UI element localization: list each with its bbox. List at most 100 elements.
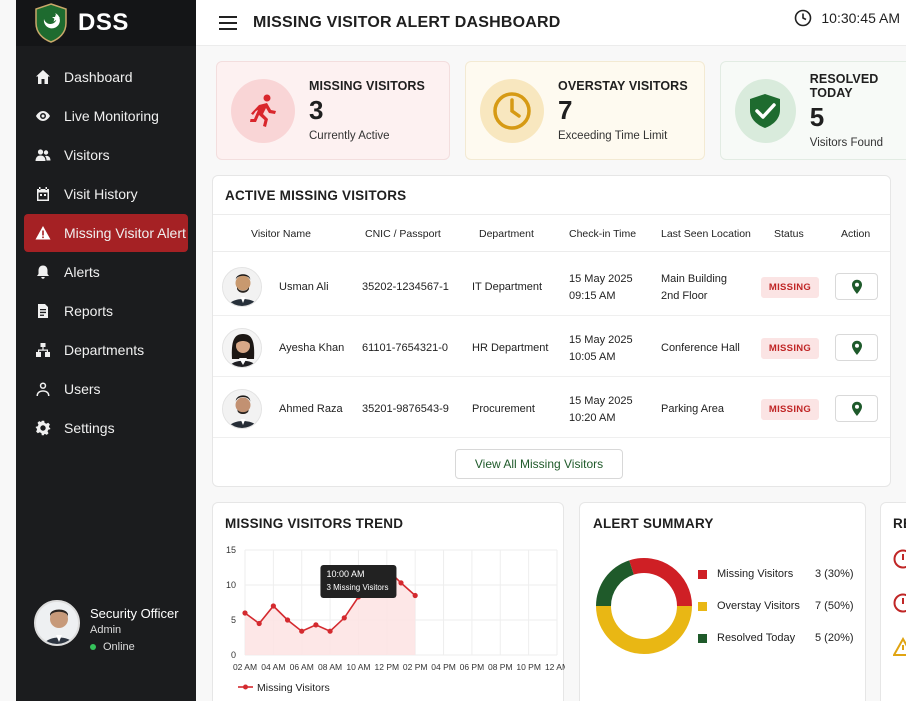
brand: DSS bbox=[16, 0, 196, 46]
data-point bbox=[341, 615, 347, 621]
y-tick-label: 0 bbox=[231, 650, 236, 660]
stat-value: 5 bbox=[809, 102, 825, 132]
data-point bbox=[284, 617, 291, 623]
home-icon bbox=[34, 68, 52, 86]
legend-marker bbox=[243, 684, 248, 690]
tooltip-time: 10:00 AM bbox=[326, 569, 364, 579]
section-title: ACTIVE MISSING VISITORS bbox=[225, 188, 407, 203]
table-row[interactable]: Ahmed Raza 35201-9876543-9 Procurement 1… bbox=[213, 378, 890, 438]
stat-card-missing[interactable]: MISSING VISITORS 3 Currently Active bbox=[216, 61, 450, 160]
x-tick-label: 08 PM bbox=[488, 662, 513, 672]
map-pin-icon bbox=[851, 279, 862, 294]
visitor-name: Usman Ali bbox=[279, 281, 329, 293]
status-badge: MISSING bbox=[761, 277, 819, 298]
sidebar-item-label: Live Monitoring bbox=[64, 108, 159, 124]
shield-check-icon bbox=[735, 78, 796, 143]
visitor-name: Ahmed Raza bbox=[279, 403, 343, 415]
last-seen-location: Main Building bbox=[661, 273, 728, 285]
status-badge: MISSING bbox=[761, 399, 819, 420]
clock: 10:30:45 AM bbox=[794, 9, 900, 27]
sidebar-item-live-monitoring[interactable]: Live Monitoring bbox=[24, 97, 188, 135]
section-title: RE bbox=[893, 516, 906, 531]
user-status: Online bbox=[90, 641, 179, 653]
sidebar: DSS Dashboard Live Monitoring Visitors V… bbox=[16, 0, 196, 701]
map-pin-icon bbox=[851, 340, 862, 355]
legend-swatch bbox=[698, 569, 707, 579]
trend-chart: 0 5 10 15 02 AM 04 AM 06 AM 08 AM 10 AM 12 PM 02 P… bbox=[226, 545, 565, 694]
bell-icon bbox=[34, 263, 52, 281]
sidebar-item-users[interactable]: Users bbox=[24, 370, 188, 408]
x-tick-label: 02 PM bbox=[403, 662, 428, 672]
data-point bbox=[412, 592, 418, 599]
locate-button[interactable] bbox=[835, 334, 878, 361]
checkin-time: 10:05 AM bbox=[569, 351, 616, 363]
visitor-department: IT Department bbox=[472, 281, 543, 293]
recent-panel-card: RE bbox=[880, 502, 906, 701]
legend-swatch bbox=[698, 633, 707, 643]
data-point bbox=[313, 622, 319, 628]
sidebar-item-alerts[interactable]: Alerts bbox=[24, 253, 188, 291]
sidebar-item-label: Visitors bbox=[64, 147, 110, 163]
donut-slice-resolved-today bbox=[596, 560, 634, 606]
x-tick-label: 06 PM bbox=[460, 662, 485, 672]
alert-circle-icon bbox=[893, 593, 906, 613]
sidebar-item-label: Users bbox=[64, 381, 101, 397]
menu-toggle-icon[interactable] bbox=[219, 15, 237, 30]
sidebar-item-label: Dashboard bbox=[64, 69, 133, 85]
current-user[interactable]: Security Officer Admin Online bbox=[34, 600, 179, 653]
column-header: Check-in Time bbox=[569, 228, 637, 240]
sidebar-item-label: Alerts bbox=[64, 264, 100, 280]
donut-slice-overstay-visitors bbox=[596, 606, 692, 654]
sidebar-item-visitors[interactable]: Visitors bbox=[24, 136, 188, 174]
locate-button[interactable] bbox=[835, 273, 878, 300]
brand-name: DSS bbox=[78, 9, 129, 36]
online-dot-icon bbox=[90, 644, 96, 650]
alert-summary-card: ALERT SUMMARY Missing Visitors 3 (30%) O… bbox=[579, 502, 866, 701]
stat-card-resolved[interactable]: RESOLVED TODAY 5 Visitors Found bbox=[720, 61, 906, 160]
sidebar-item-label: Reports bbox=[64, 303, 114, 319]
table-header: Visitor Name CNIC / Passport Department … bbox=[213, 214, 890, 252]
status-badge: MISSING bbox=[761, 338, 819, 359]
table-row[interactable]: Ayesha Khan 61101-7654321-0 HR Departmen… bbox=[213, 317, 890, 377]
stat-subtitle: Currently Active bbox=[309, 130, 390, 142]
checkin-time: 10:20 AM bbox=[569, 412, 616, 424]
visitor-department: Procurement bbox=[472, 403, 535, 415]
sidebar-item-label: Visit History bbox=[64, 186, 138, 202]
sidebar-item-label: Missing Visitor Alert bbox=[64, 225, 186, 241]
sidebar-item-visit-history[interactable]: Visit History bbox=[24, 175, 188, 213]
missing-visitors-trend-card: MISSING VISITORS TREND 0 5 10 15 02 AM 04 AM 0… bbox=[212, 502, 565, 701]
shield-logo bbox=[35, 3, 67, 43]
last-seen-location-detail: 2nd Floor bbox=[661, 290, 708, 302]
visitor-department: HR Department bbox=[472, 342, 549, 354]
column-header: Status bbox=[774, 228, 804, 240]
x-tick-label: 10 PM bbox=[516, 662, 541, 672]
avatar bbox=[34, 600, 80, 646]
sidebar-item-reports[interactable]: Reports bbox=[24, 292, 188, 330]
dashboard-page: DSS Dashboard Live Monitoring Visitors V… bbox=[0, 0, 906, 701]
stat-value: 7 bbox=[558, 95, 573, 125]
user-name: Security Officer bbox=[90, 606, 179, 621]
stat-card-overstay[interactable]: OVERSTAY VISITORS 7 Exceeding Time Limit bbox=[465, 61, 705, 160]
data-point bbox=[256, 620, 262, 627]
legend-label: Missing Visitors bbox=[257, 682, 330, 694]
tooltip-text: 3 Missing Visitors bbox=[326, 583, 388, 592]
y-tick-label: 10 bbox=[226, 580, 236, 590]
table-row[interactable]: Usman Ali 35202-1234567-1 IT Department … bbox=[213, 256, 890, 316]
x-tick-label: 06 AM bbox=[290, 662, 314, 672]
sidebar-item-missing-visitor-alert[interactable]: Missing Visitor Alert bbox=[24, 214, 188, 252]
sidebar-item-settings[interactable]: Settings bbox=[24, 409, 188, 447]
locate-button[interactable] bbox=[835, 395, 878, 422]
clock-icon bbox=[795, 9, 812, 27]
report-icon bbox=[34, 302, 52, 320]
x-tick-label: 12 PM bbox=[375, 662, 400, 672]
legend-label: Missing Visitors bbox=[717, 568, 794, 580]
data-point bbox=[398, 580, 404, 586]
sidebar-item-label: Settings bbox=[64, 420, 115, 436]
sidebar-item-departments[interactable]: Departments bbox=[24, 331, 188, 369]
view-all-missing-visitors-button[interactable]: View All Missing Visitors bbox=[455, 449, 623, 479]
warning-icon bbox=[893, 637, 906, 656]
sidebar-item-dashboard[interactable]: Dashboard bbox=[24, 58, 188, 96]
current-time: 10:30:45 AM bbox=[821, 10, 900, 26]
map-pin-icon bbox=[851, 401, 862, 416]
checkin-time: 09:15 AM bbox=[569, 290, 616, 302]
